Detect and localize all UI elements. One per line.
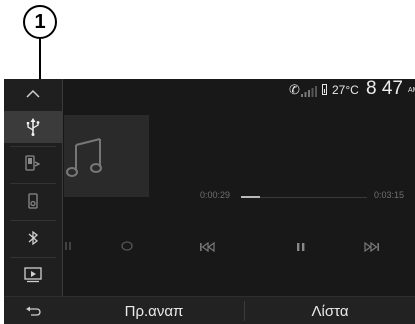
battery-icon	[322, 84, 327, 95]
phone-media-icon[interactable]	[4, 147, 62, 181]
chevron-up-icon[interactable]	[4, 79, 62, 107]
back-arrow-icon[interactable]	[4, 297, 62, 324]
bottom-bar: Πρ.αναπ Λίστα	[4, 296, 415, 324]
progress-fill	[241, 196, 260, 198]
pause-icon[interactable]	[296, 240, 306, 255]
infotainment-screen: ✆ 27°C 8 47 AM	[4, 79, 415, 324]
status-bar: ✆ 27°C 8 47 AM	[4, 79, 415, 101]
shuffle-icon[interactable]	[64, 240, 74, 255]
callout-number: 1	[23, 5, 57, 39]
temperature: 27°C	[332, 83, 359, 97]
repeat-mode-button[interactable]: Πρ.αναπ	[64, 297, 244, 324]
list-button[interactable]: Λίστα	[245, 297, 415, 324]
source-sidebar	[4, 79, 63, 296]
clock-time: 8 47	[366, 79, 403, 99]
previous-icon[interactable]	[200, 240, 215, 255]
music-note-icon	[66, 138, 102, 177]
next-icon[interactable]	[364, 240, 379, 255]
ipod-icon[interactable]	[4, 184, 62, 218]
elapsed-time: 0:00:29	[200, 190, 231, 200]
phone-icon: ✆	[289, 82, 300, 97]
callout-pointer-line	[39, 39, 41, 79]
signal-icon	[301, 86, 317, 97]
usb-icon[interactable]	[4, 111, 62, 143]
repeat-icon[interactable]	[120, 240, 134, 255]
bluetooth-icon[interactable]	[4, 221, 62, 255]
album-art	[64, 115, 149, 197]
total-time: 0:03:15	[374, 190, 405, 200]
aux-icon[interactable]	[4, 258, 62, 292]
clock-ampm: AM	[408, 87, 415, 94]
